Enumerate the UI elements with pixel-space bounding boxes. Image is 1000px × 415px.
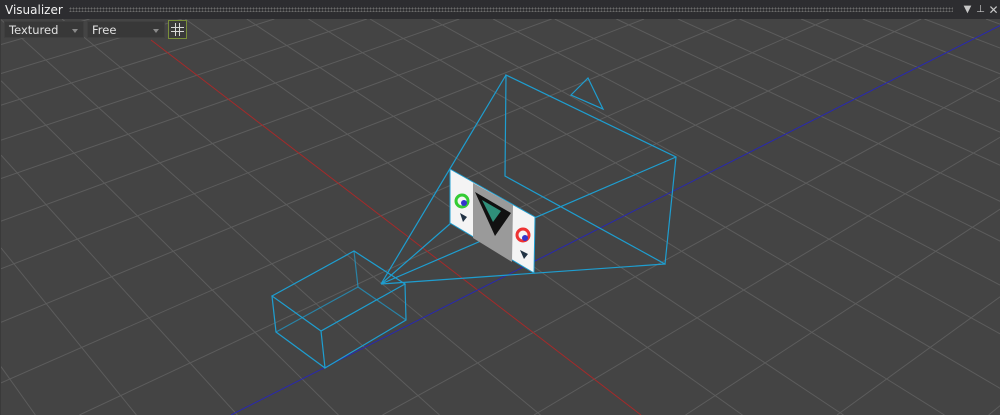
grid-line [836, 296, 1000, 415]
grid-line [492, 19, 1000, 286]
render-mode-value: Textured [9, 22, 59, 37]
grid-line [1, 19, 460, 179]
camera-mode-dropdown[interactable]: Free [87, 21, 165, 38]
chevron-down-icon [153, 29, 159, 33]
grid-line [1, 247, 137, 415]
drag-grip[interactable] [68, 7, 953, 12]
grid-line [1, 19, 737, 323]
grid-line [988, 405, 1000, 415]
scene-canvas[interactable] [1, 19, 1000, 415]
grid-line [862, 19, 1000, 75]
render-mode-dropdown[interactable]: Textured [4, 21, 84, 38]
grid-line [924, 19, 1000, 49]
grid-line [1, 19, 830, 384]
grid-line [1, 19, 440, 415]
grid-line [739, 19, 1000, 133]
grid-line [801, 19, 1000, 103]
viewport-toolbar: Textured Free [4, 20, 187, 39]
grid-line [677, 19, 1000, 166]
up-indicator-triangle [569, 76, 605, 111]
grid-toggle-button[interactable] [168, 20, 187, 39]
grid-line [533, 136, 1000, 415]
x-axis-line [150, 39, 642, 415]
grid-line [685, 208, 1000, 415]
chevron-down-icon [72, 29, 78, 33]
camera-mode-value: Free [92, 22, 117, 37]
camera-body-box [270, 250, 407, 369]
grid-icon [171, 23, 184, 36]
3d-viewport[interactable]: Textured Free [0, 19, 1000, 415]
grid-line [1, 366, 36, 415]
panel-title: Visualizer [5, 2, 63, 17]
grid-line [1, 19, 645, 270]
chevron-down-icon[interactable]: ▼ [961, 4, 974, 15]
grid-line [985, 19, 1000, 25]
grid-line [308, 19, 945, 415]
image-plane-texture [449, 168, 536, 274]
grid-line [1, 154, 238, 415]
grid-line [246, 19, 844, 415]
pin-icon[interactable]: ⊥ [974, 4, 987, 15]
panel-title-bar: Visualizer ▼ ⊥ ✕ [0, 0, 1000, 19]
grid-line [1, 80, 339, 415]
close-icon[interactable]: ✕ [987, 3, 1000, 17]
